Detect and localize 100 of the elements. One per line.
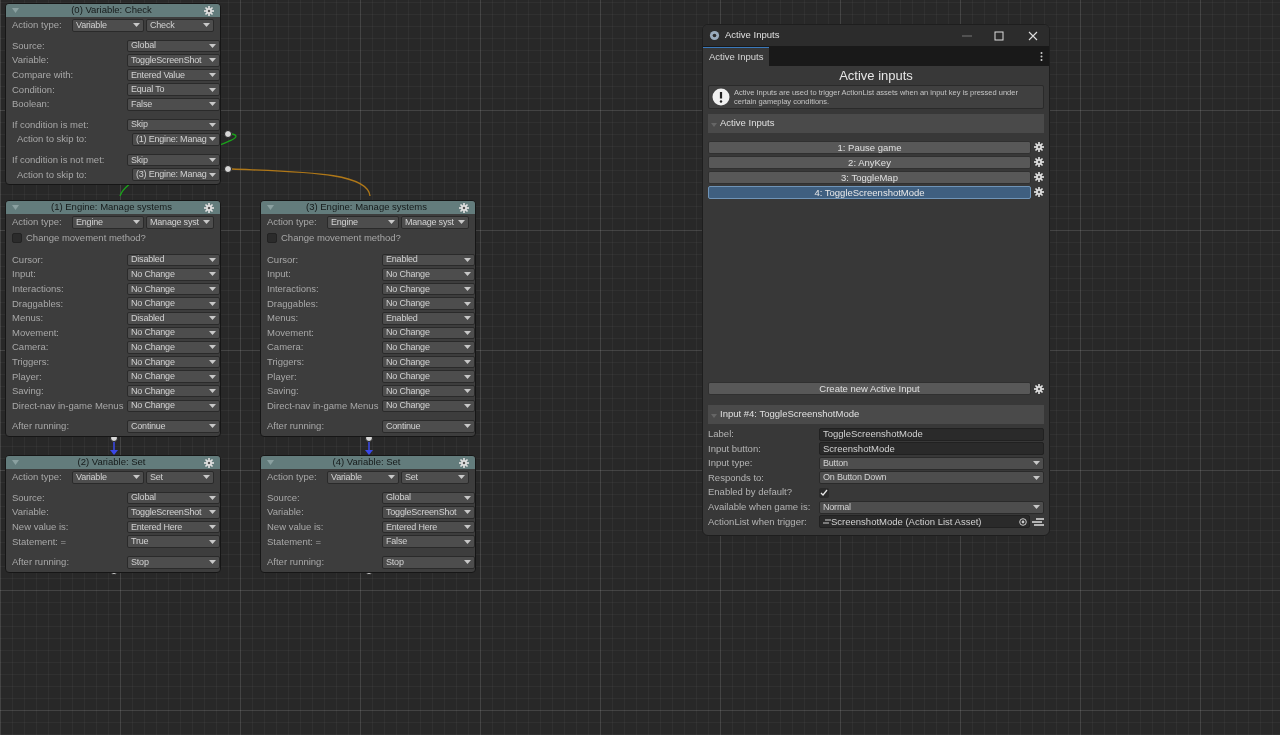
text-field[interactable]: ScreenshotMode [819,442,1044,456]
dropdown[interactable]: Entered Value [127,68,220,82]
node-header[interactable]: (1) Engine: Manage systems [6,201,220,214]
dropdown[interactable]: Continue [127,420,220,433]
caret-icon [388,475,395,480]
action-node[interactable] [260,200,476,437]
dropdown[interactable]: On Button Down [819,471,1044,485]
dropdown[interactable]: Entered Here [382,520,475,534]
dropdown[interactable]: Check [146,19,214,32]
settings-icon[interactable] [459,457,469,468]
text-field[interactable]: ToggleScreenshotMode [819,427,1044,441]
create-button[interactable]: Create new Active Input [708,382,1031,395]
action-node[interactable]: (4) Variable: Set Action type: Variable Set Source: Global Variable: ToggleScreenShot New value is: Entered Here Statement: = False After running: Stop [260,455,476,573]
dropdown[interactable]: No Change [382,399,475,413]
node-header[interactable]: (2) Variable: Set [6,456,220,469]
dropdown[interactable]: No Change [382,282,475,296]
dropdown[interactable]: Skip [127,153,220,167]
settings-icon[interactable] [1034,383,1044,394]
checkbox[interactable] [12,233,22,244]
dropdown[interactable]: Engine [327,216,399,229]
dropdown[interactable]: No Change [382,355,475,369]
settings-icon[interactable] [1034,187,1044,198]
checkbox[interactable] [267,233,277,244]
checkbox[interactable] [819,487,829,498]
dropdown[interactable]: Manage syst [401,216,469,229]
dropdown[interactable]: Variable [72,19,144,32]
action-node[interactable]: (2) Variable: Set Action type: Variable Set Source: Global Variable: ToggleScreenShot New value is: Entered Here Statement: = True After running: Stop [5,455,221,573]
dropdown[interactable]: No Change [127,341,220,354]
list-icon[interactable] [1032,517,1044,526]
dropdown[interactable]: (3) Engine: Manag [132,168,220,181]
node-header[interactable]: (4) Variable: Set [261,456,475,469]
section-header[interactable]: Input #4: ToggleScreenshotMode [708,404,1044,424]
dropdown[interactable]: Manage syst [146,216,214,229]
target-icon[interactable] [1019,517,1027,526]
dropdown[interactable]: No Change [127,385,220,398]
close-icon[interactable] [1028,30,1038,41]
tab[interactable]: Active Inputs [703,47,770,66]
dropdown[interactable]: Equal To [127,83,220,96]
object-field[interactable]: ScreenshotMode (Action List Asset) [819,515,1030,529]
dropdown[interactable]: Normal [819,500,1044,514]
dropdown[interactable]: ToggleScreenShot [127,506,220,519]
dropdown[interactable]: Disabled [127,253,220,267]
settings-icon[interactable] [204,202,214,213]
maximize-icon[interactable] [994,30,1004,41]
dropdown[interactable]: No Change [127,268,220,281]
dropdown[interactable]: No Change [127,355,220,369]
dropdown[interactable]: No Change [382,370,475,383]
section-header[interactable]: Active Inputs [708,114,1044,133]
input-list-item[interactable]: 2: AnyKey [708,156,1031,169]
dropdown[interactable]: No Change [127,282,220,296]
input-list-item[interactable]: 4: ToggleScreenshotMode [708,186,1031,199]
dropdown[interactable]: No Change [127,326,220,340]
port-handle[interactable] [224,165,232,173]
dropdown[interactable]: No Change [382,341,475,354]
dropdown[interactable]: Variable [327,471,399,484]
dropdown[interactable]: False [382,535,475,548]
dropdown[interactable]: No Change [127,399,220,413]
dropdown[interactable]: No Change [382,326,475,340]
dropdown[interactable]: No Change [382,385,475,398]
dropdown[interactable]: Variable [72,471,144,484]
dropdown[interactable]: Entered Here [127,520,220,534]
dropdown[interactable]: Disabled [127,312,220,325]
dropdown[interactable]: Global [382,491,475,505]
dropdown[interactable]: Global [127,491,220,505]
dropdown[interactable]: True [127,535,220,548]
settings-icon[interactable] [1034,172,1044,183]
dropdown[interactable]: Stop [127,556,220,569]
settings-icon[interactable] [459,202,469,213]
dropdown[interactable]: ToggleScreenShot [382,506,475,519]
dropdown[interactable]: Enabled [382,312,475,325]
action-node[interactable] [5,3,221,185]
dropdown[interactable]: Enabled [382,253,475,267]
dropdown[interactable]: Set [401,471,469,484]
node-header[interactable]: (3) Engine: Manage systems [261,201,475,214]
settings-icon[interactable] [1034,157,1044,168]
dropdown[interactable]: No Change [382,297,475,310]
field-label: If condition is met: [12,117,90,132]
caret-icon [464,525,471,530]
dropdown[interactable]: Button [819,456,1044,470]
settings-icon[interactable] [204,457,214,468]
dropdown[interactable]: Engine [72,216,144,229]
dropdown[interactable]: Set [146,471,214,484]
dropdown[interactable]: Stop [382,556,475,569]
input-list-item[interactable]: 3: ToggleMap [708,171,1031,184]
dropdown[interactable]: Global [127,39,220,53]
dropdown[interactable]: No Change [127,370,220,383]
dropdown[interactable]: Skip [127,118,220,132]
dropdown[interactable]: No Change [127,297,220,310]
dropdown[interactable]: ToggleScreenShot [127,54,220,67]
input-list-item[interactable]: 1: Pause game [708,141,1031,154]
dropdown[interactable]: No Change [382,268,475,281]
dropdown[interactable]: Continue [382,420,475,433]
node-header[interactable]: (0) Variable: Check [6,4,220,17]
more-icon[interactable] [1040,52,1043,61]
dropdown[interactable]: False [127,98,220,111]
settings-icon[interactable] [204,5,214,16]
dropdown[interactable]: (1) Engine: Manag [132,133,220,146]
settings-icon[interactable] [1034,142,1044,153]
port-handle[interactable] [224,130,232,138]
action-node[interactable] [5,200,221,437]
